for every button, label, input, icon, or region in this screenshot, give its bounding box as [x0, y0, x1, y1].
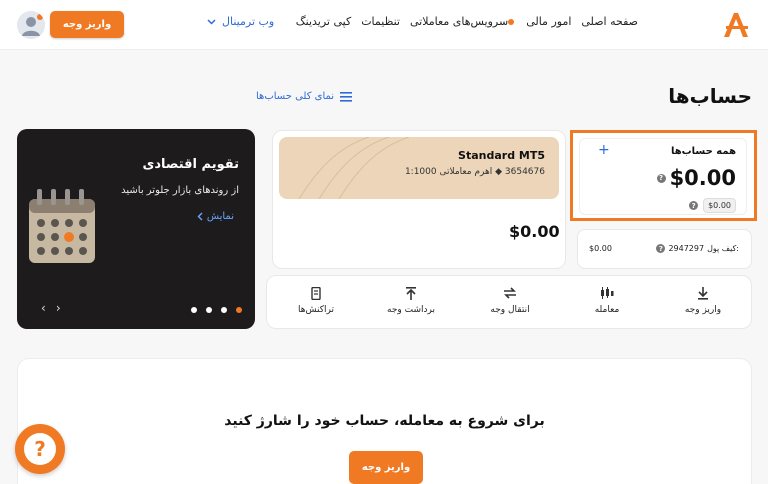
user-avatar-icon	[17, 11, 45, 39]
top-bar: صفحه اصلی امور مالی سرویس‌های معاملاتی ت…	[0, 0, 768, 50]
all-accounts-card-highlight: همه حساب‌ها + ? $0.00 ? $0.00	[570, 130, 757, 221]
action-transactions-label: تراکنش‌ها	[298, 305, 334, 315]
main-nav: صفحه اصلی امور مالی سرویس‌های معاملاتی ت…	[296, 15, 638, 28]
info-separator-icon: ◆	[492, 167, 503, 177]
help-icon[interactable]: ?	[656, 244, 666, 253]
all-accounts-balance-row: ? $0.00	[656, 166, 736, 190]
carousel-next-icon[interactable]: ›	[56, 301, 61, 315]
mt5-account-balance: $0.00	[509, 222, 560, 241]
action-deposit-label: واریز وجه	[684, 305, 722, 315]
overview-link-label: نمای کلی حساب‌ها	[256, 91, 335, 102]
web-terminal-label: وب ترمینال	[222, 15, 275, 28]
calendar-card-title: تقویم اقتصادی	[142, 157, 239, 172]
wallet-card[interactable]: ? 2947297 کیف پول: $0.00	[577, 229, 752, 269]
mt5-account-info: 3654676 ◆ اهرم معاملاتی 1:1000	[405, 167, 545, 177]
fund-account-panel: برای شروع به معامله، حساب خود را شارژ کن…	[17, 358, 752, 484]
carousel-prev-icon[interactable]: ‹	[41, 301, 46, 315]
wallet-id: 2947297	[668, 244, 705, 253]
nav-settings[interactable]: تنظیمات	[361, 15, 400, 28]
avatar[interactable]	[17, 11, 45, 39]
nav-trading-services-label: سرویس‌های معاملاتی	[410, 15, 509, 28]
help-icon[interactable]: ?	[656, 173, 666, 183]
all-accounts-card[interactable]: همه حساب‌ها + ? $0.00 ? $0.00	[579, 138, 747, 215]
accounts-overview-link[interactable]: نمای کلی حساب‌ها	[256, 91, 353, 102]
download-arrow-icon	[697, 286, 709, 300]
action-transactions[interactable]: تراکنش‌ها	[276, 286, 356, 315]
mt5-leverage-label: اهرم معاملاتی	[439, 167, 493, 177]
calendar-show-label: نمایش	[206, 211, 234, 222]
chevron-left-icon	[197, 212, 203, 221]
deposit-button[interactable]: واریز وجه	[349, 451, 423, 484]
page-title: حساب‌ها	[668, 84, 752, 108]
nav-home[interactable]: صفحه اصلی	[581, 15, 638, 28]
mt5-account-card[interactable]: Standard MT5 3654676 ◆ اهرم معاملاتی 1:1…	[272, 130, 566, 269]
action-deposit[interactable]: واریز وجه	[663, 286, 743, 315]
mt5-leverage-value: 1:1000	[404, 167, 437, 177]
carousel-dot[interactable]	[191, 307, 197, 313]
header-deposit-button[interactable]: واریز وجه	[50, 11, 124, 38]
notification-dot-icon	[508, 19, 515, 25]
all-accounts-sub-balance: $0.00	[703, 198, 736, 213]
fund-account-message: برای شروع به معامله، حساب خود را شارژ کن…	[224, 413, 545, 429]
carousel-dots	[191, 307, 242, 313]
all-accounts-sub-row: ? $0.00	[689, 198, 736, 213]
economic-calendar-card: تقویم اقتصادی از روندهای بازار جلوتر باش…	[17, 129, 255, 329]
calendar-show-link[interactable]: نمایش	[197, 211, 234, 222]
carousel-dot[interactable]	[206, 307, 212, 313]
account-actions-bar: واریز وجه معامله انتقال وجه برداشت وجه ت…	[266, 275, 752, 329]
action-withdraw[interactable]: برداشت وجه	[371, 286, 451, 315]
all-accounts-balance: $0.00	[669, 166, 736, 190]
nav-trading-services[interactable]: سرویس‌های معاملاتی	[410, 15, 516, 28]
action-transfer-label: انتقال وجه	[490, 305, 530, 315]
calendar-card-subtitle: از روندهای بازار جلوتر باشید	[121, 185, 239, 196]
receipt-icon	[311, 286, 321, 300]
nav-finance[interactable]: امور مالی	[526, 15, 571, 28]
mt5-account-banner: Standard MT5 3654676 ◆ اهرم معاملاتی 1:1…	[279, 137, 559, 199]
support-chat-button[interactable]: ?	[15, 424, 65, 474]
action-trade-label: معامله	[594, 305, 620, 315]
nav-copy-trading[interactable]: کپی تریدینگ	[296, 15, 351, 28]
upload-arrow-icon	[405, 286, 417, 300]
help-icon[interactable]: ?	[689, 201, 699, 210]
question-mark-icon: ?	[24, 433, 56, 465]
transfer-icon	[503, 286, 517, 300]
action-withdraw-label: برداشت وجه	[387, 305, 435, 315]
chevron-down-icon	[207, 18, 216, 25]
brand-logo[interactable]	[720, 9, 752, 41]
all-accounts-title: همه حساب‌ها	[670, 146, 736, 157]
wallet-balance: $0.00	[589, 244, 612, 253]
carousel-dot-active[interactable]	[236, 307, 242, 313]
action-transfer[interactable]: انتقال وجه	[470, 286, 550, 315]
calendar-carousel-arrows: ‹ ›	[41, 301, 61, 315]
wallet-label-row: ? 2947297 کیف پول:	[656, 244, 739, 253]
mt5-account-name: Standard MT5	[458, 149, 545, 162]
action-trade[interactable]: معامله	[567, 286, 647, 315]
carousel-dot[interactable]	[221, 307, 227, 313]
mt5-account-number: 3654676	[504, 167, 545, 177]
web-terminal-dropdown[interactable]: وب ترمینال	[207, 15, 274, 28]
candlestick-icon	[600, 286, 614, 300]
add-account-plus-icon[interactable]: +	[598, 142, 610, 158]
list-icon	[340, 91, 353, 102]
calendar-illustration-icon	[21, 181, 105, 273]
wallet-label: کیف پول:	[707, 244, 739, 253]
